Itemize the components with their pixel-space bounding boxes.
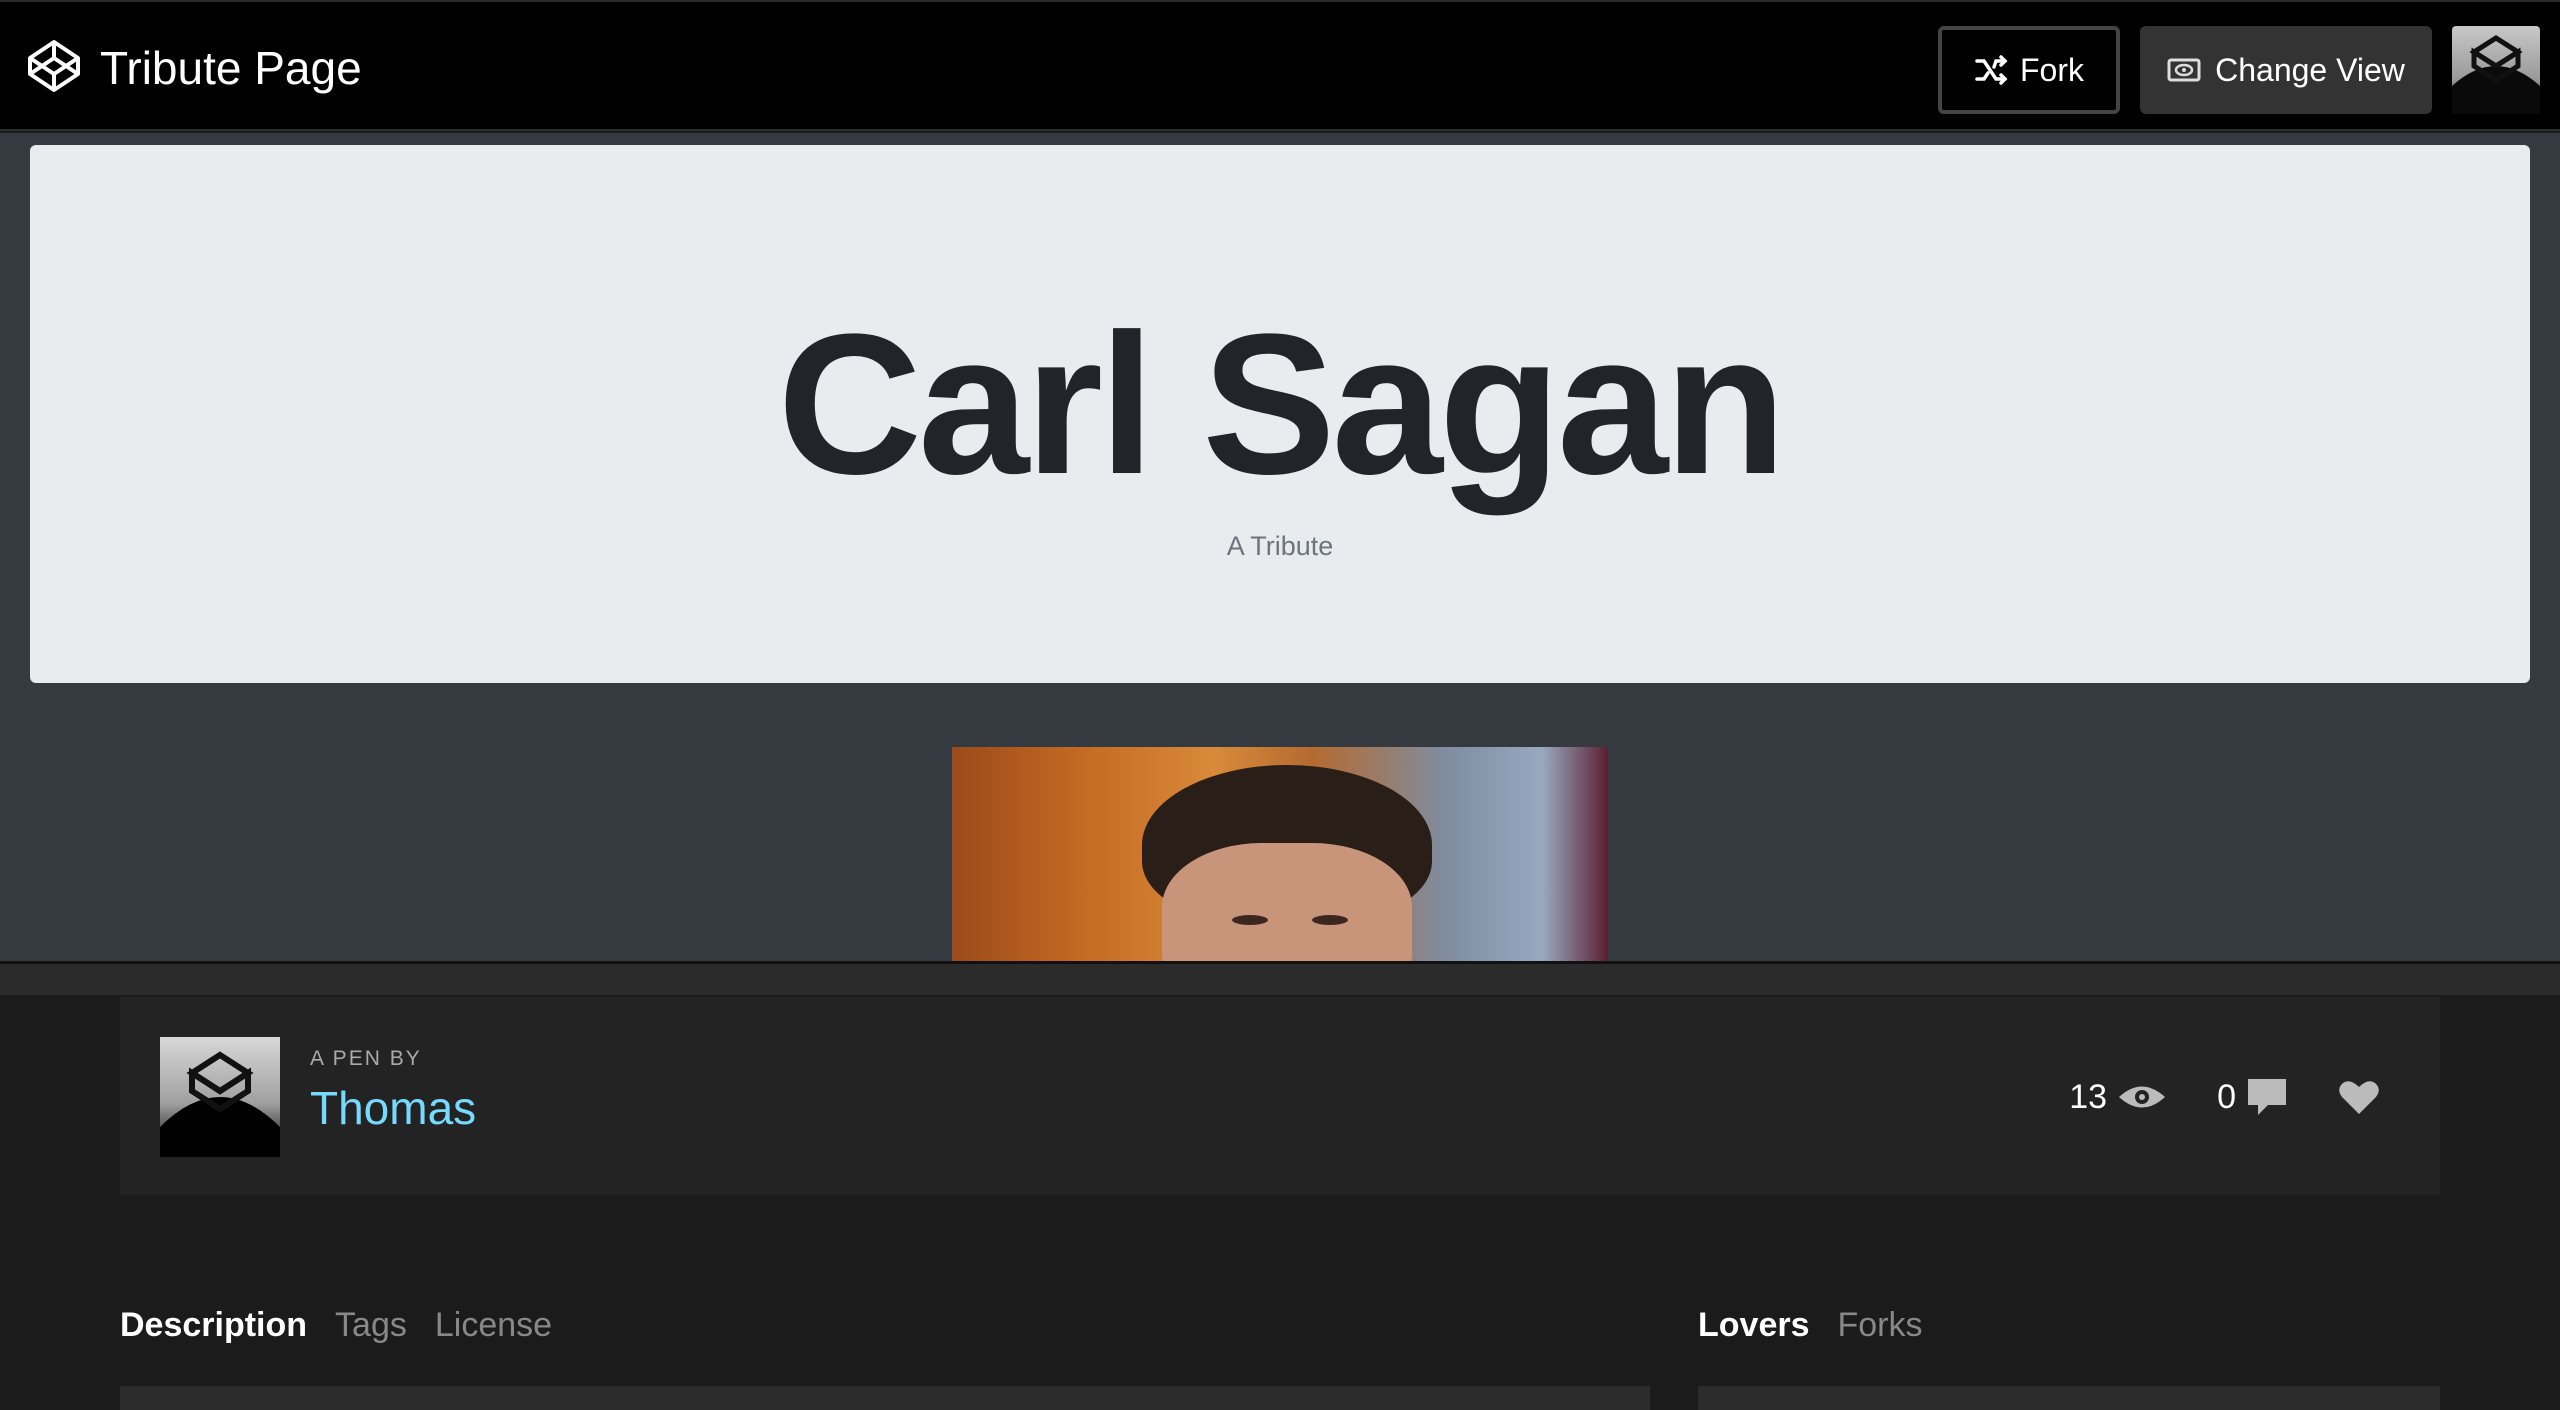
pen-stats: 13 0	[2069, 1077, 2380, 1117]
resize-bar[interactable]	[0, 961, 2560, 995]
user-avatar-header[interactable]	[2452, 26, 2540, 114]
social-tabs: Lovers Forks	[1698, 1306, 1923, 1345]
change-view-button[interactable]: Change View	[2140, 26, 2432, 114]
codepen-logo-icon[interactable]	[26, 38, 82, 94]
views-stat: 13	[2069, 1078, 2167, 1117]
pen-details-bar: A PEN BY Thomas 13 0	[120, 997, 2440, 1195]
avatar-logo-icon	[160, 1051, 280, 1157]
details-tabs: Description Tags License	[120, 1306, 552, 1345]
comment-icon	[2248, 1079, 2286, 1115]
fork-label: Fork	[2020, 51, 2084, 88]
eye-icon	[2119, 1086, 2166, 1108]
top-header: Tribute Page Fork Change View	[0, 0, 2560, 131]
author-avatar[interactable]	[160, 1037, 280, 1157]
fork-icon	[1975, 55, 2008, 85]
jumbotron: Carl Sagan A Tribute	[30, 145, 2530, 683]
tribute-heading: Carl Sagan	[777, 293, 1787, 516]
author-name-link[interactable]: Thomas	[310, 1081, 476, 1135]
tribute-subheading: A Tribute	[1226, 531, 1334, 561]
tab-description[interactable]: Description	[120, 1306, 307, 1345]
heart-icon	[2339, 1081, 2379, 1114]
lovers-panel	[1698, 1386, 2440, 1410]
tab-lovers[interactable]: Lovers	[1698, 1306, 1810, 1345]
views-count: 13	[2069, 1077, 2108, 1116]
carl-sagan-photo	[952, 747, 1608, 961]
comments-stat[interactable]: 0	[2217, 1077, 2288, 1117]
tab-forks[interactable]: Forks	[1838, 1306, 1923, 1345]
comments-count: 0	[2217, 1077, 2236, 1116]
pen-title: Tribute Page	[100, 42, 362, 94]
pen-preview: Carl Sagan A Tribute	[0, 133, 2560, 961]
description-panel	[120, 1386, 1650, 1410]
avatar-logo-icon	[2452, 35, 2540, 114]
change-view-label: Change View	[2215, 51, 2405, 88]
tab-tags[interactable]: Tags	[335, 1306, 407, 1345]
fork-button[interactable]: Fork	[1938, 26, 2120, 114]
pen-by-label: A PEN BY	[310, 1047, 422, 1070]
heart-button[interactable]	[2338, 1078, 2380, 1116]
tab-license[interactable]: License	[435, 1306, 552, 1345]
eye-box-icon	[2167, 58, 2201, 82]
